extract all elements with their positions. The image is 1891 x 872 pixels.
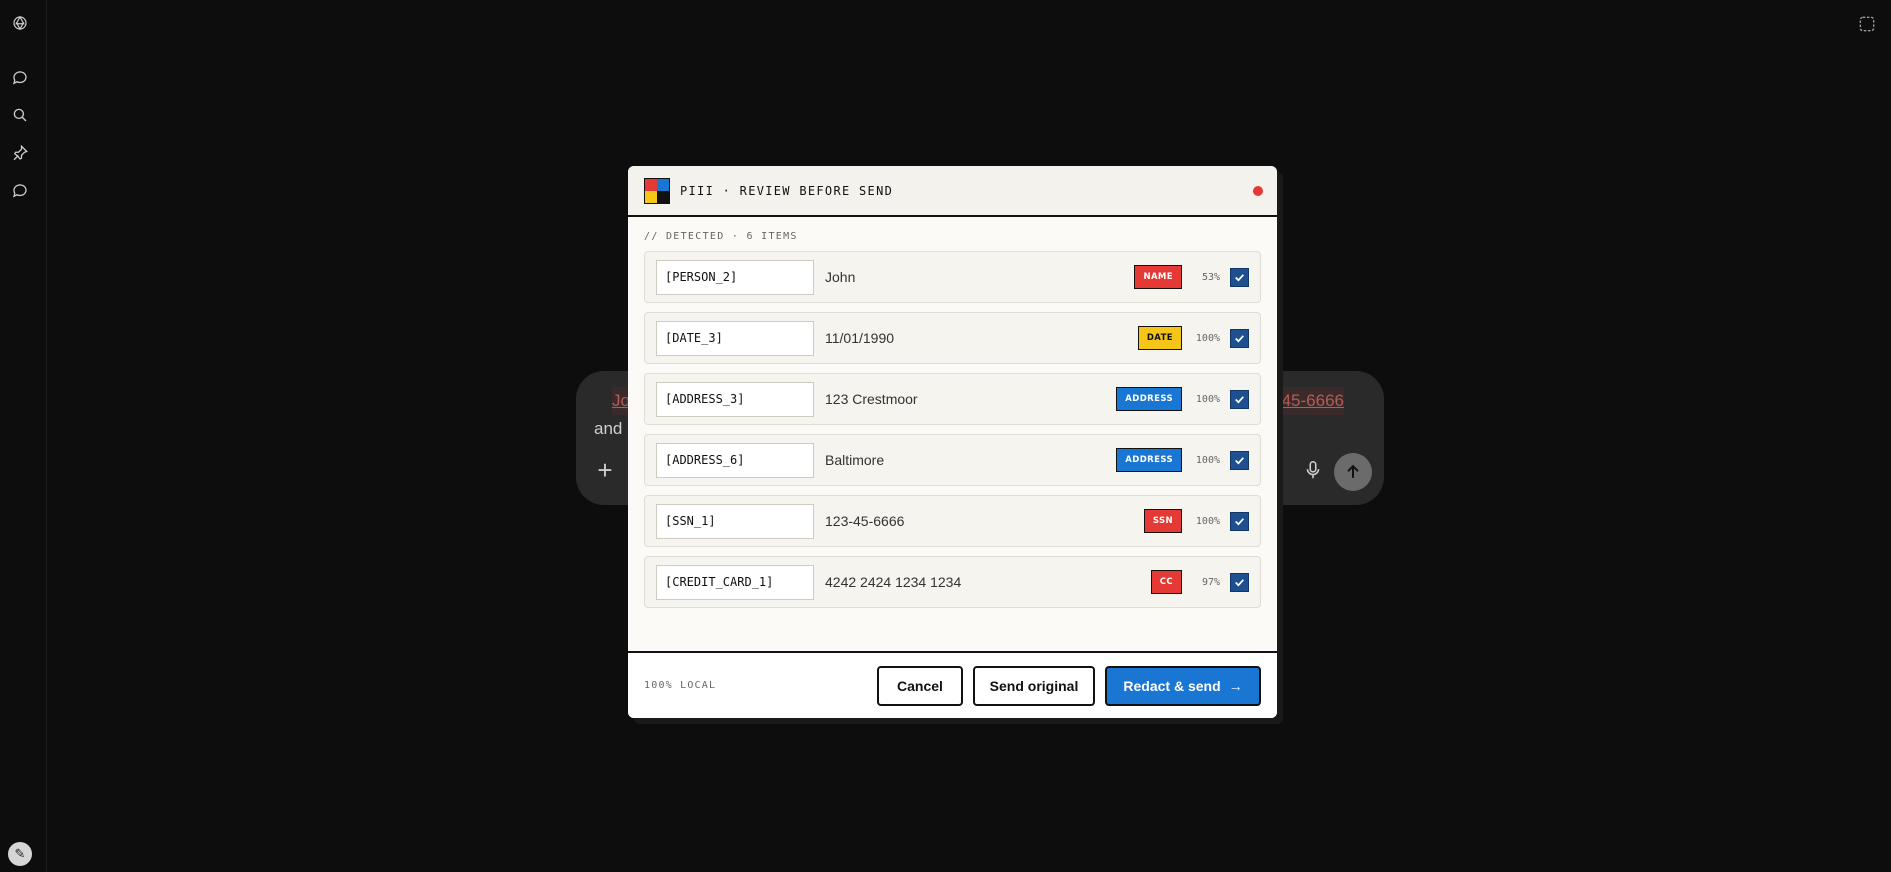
detected-item-row: 123 Crestmoor ADDRESS 100%	[644, 373, 1261, 425]
token-input[interactable]	[656, 564, 814, 600]
send-original-button[interactable]: Send original	[973, 665, 1095, 706]
include-checkbox[interactable]	[1230, 572, 1249, 592]
token-input[interactable]	[656, 320, 814, 356]
confidence-value: 100%	[1195, 454, 1220, 466]
pii-type-badge: DATE	[1137, 326, 1182, 350]
include-checkbox[interactable]	[1230, 389, 1249, 409]
modal-footer: 100% LOCAL Cancel Send original Redact &…	[628, 651, 1277, 718]
confidence-value: 100%	[1195, 515, 1220, 527]
app-logo-icon[interactable]	[8, 11, 32, 35]
modal-header: PIII · REVIEW BEFORE SEND	[628, 166, 1277, 217]
modal-body: // DETECTED · 6 ITEMS John NAME 53% 11/01/1…	[628, 217, 1277, 608]
new-chat-icon[interactable]	[8, 66, 32, 90]
token-input[interactable]	[656, 503, 814, 539]
pii-type-badge: SSN	[1143, 509, 1182, 533]
detected-value: 4242 2424 1234 1234	[825, 574, 962, 590]
chat-icon[interactable]	[8, 179, 32, 203]
arrow-right-icon: →	[1228, 677, 1243, 694]
modal-title: PIII · REVIEW BEFORE SEND	[680, 183, 894, 198]
pii-type-badge: ADDRESS	[1116, 448, 1182, 472]
detected-item-row: John NAME 53%	[644, 251, 1261, 303]
close-icon[interactable]	[1253, 186, 1263, 196]
token-input[interactable]	[656, 442, 814, 478]
microphone-icon[interactable]	[1302, 459, 1324, 485]
detected-item-row: 4242 2424 1234 1234 CC 97%	[644, 556, 1261, 608]
detected-item-row: 123-45-6666 SSN 100%	[644, 495, 1261, 547]
pii-type-badge: ADDRESS	[1116, 387, 1182, 411]
detected-count-label: // DETECTED · 6 ITEMS	[644, 231, 798, 242]
add-attachment-button[interactable]: +	[588, 453, 622, 487]
detected-value: 123 Crestmoor	[825, 391, 918, 407]
confidence-value: 97%	[1201, 576, 1220, 588]
confidence-value: 100%	[1195, 393, 1220, 405]
send-button[interactable]	[1334, 453, 1372, 491]
piii-logo-icon	[644, 177, 670, 204]
detected-item-row: 11/01/1990 DATE 100%	[644, 312, 1261, 364]
cancel-button[interactable]: Cancel	[877, 665, 963, 706]
token-input[interactable]	[656, 259, 814, 295]
include-checkbox[interactable]	[1230, 511, 1249, 531]
redact-and-send-button[interactable]: Redact & send →	[1105, 665, 1261, 706]
redact-and-send-label: Redact & send	[1123, 677, 1221, 694]
include-checkbox[interactable]	[1230, 267, 1249, 287]
detected-value: John	[825, 269, 856, 285]
profile-avatar[interactable]: ✎	[8, 842, 32, 866]
detected-value: 123-45-6666	[825, 513, 905, 529]
include-checkbox[interactable]	[1230, 450, 1249, 470]
pii-type-badge: NAME	[1134, 265, 1182, 289]
confidence-value: 53%	[1201, 271, 1220, 283]
pin-icon[interactable]	[8, 141, 32, 165]
confidence-value: 100%	[1195, 332, 1220, 344]
include-checkbox[interactable]	[1230, 328, 1249, 348]
left-rail: ✎	[0, 0, 47, 872]
detected-item-row: Baltimore ADDRESS 100%	[644, 434, 1261, 486]
pii-type-badge: CC	[1150, 570, 1182, 594]
detected-value: 11/01/1990	[825, 330, 895, 346]
detected-items-list: JohnNAME53%11/01/1990DATE100%123 Crestmo…	[644, 251, 1261, 608]
detected-value: Baltimore	[825, 452, 885, 468]
token-input[interactable]	[656, 381, 814, 417]
sidebar-toggle-icon[interactable]	[1857, 14, 1877, 34]
search-icon[interactable]	[8, 103, 32, 127]
local-processing-label: 100% LOCAL	[644, 680, 717, 691]
pii-review-modal: PIII · REVIEW BEFORE SEND // DETECTED · …	[628, 166, 1277, 718]
